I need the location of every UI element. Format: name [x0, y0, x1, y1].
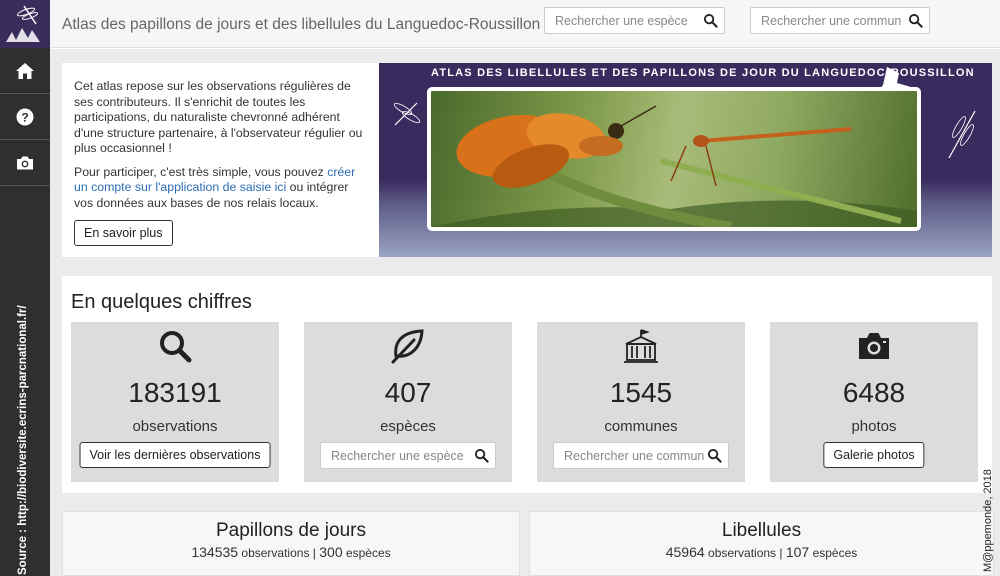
stat-card-species: 407 espèces [304, 322, 512, 482]
group-card-butterflies[interactable]: Papillons de jours 134535 observations |… [62, 511, 520, 576]
species-card-search[interactable] [320, 442, 496, 469]
photos-label: photos [851, 418, 897, 435]
butterfly-dragonfly-photo [431, 105, 917, 227]
intro-panel: Cet atlas repose sur les observations ré… [62, 63, 992, 257]
search-icon[interactable] [703, 13, 718, 28]
search-icon [160, 331, 192, 363]
species-count: 407 [384, 377, 432, 408]
group-summary: 45964 observations | 107 espèces [665, 544, 858, 560]
group-observations-count: 134535 [191, 544, 239, 560]
group-species-count: 107 [785, 544, 810, 560]
commune-card-search-input[interactable] [554, 443, 704, 468]
credit-text: M@ppemonde, 2018 [982, 469, 994, 572]
sidebar-home-button[interactable] [0, 48, 50, 94]
group-observations-count: 45964 [665, 544, 705, 560]
svg-text:?: ? [21, 110, 28, 124]
group-species-label: espèces [345, 546, 391, 560]
group-observations-label: observations [241, 546, 310, 560]
leaf-icon [391, 329, 424, 364]
group-card-dragonflies[interactable]: Libellules 45964 observations | 107 espè… [529, 511, 994, 576]
site-title[interactable]: Atlas des papillons de jours et des libe… [62, 16, 540, 34]
intro-paragraph-1: Cet atlas repose sur les observations ré… [74, 79, 363, 155]
top-header: Atlas des papillons de jours et des libe… [50, 0, 1000, 48]
camera-icon [17, 156, 33, 169]
commune-card-search[interactable] [553, 442, 729, 469]
camera-icon [859, 333, 889, 359]
dragonfly-logo-icon [6, 5, 40, 42]
stat-card-communes: 1545 communes [537, 322, 745, 482]
photos-count: 6488 [842, 377, 906, 408]
stats-title: En quelques chiffres [71, 291, 252, 313]
group-title: Papillons de jours [216, 520, 366, 541]
photo-gallery-button[interactable]: Galerie photos [823, 442, 925, 468]
main-content: Cet atlas repose sur les observations ré… [50, 49, 1000, 576]
town-hall-icon [624, 329, 658, 363]
learn-more-button[interactable]: En savoir plus [74, 220, 173, 246]
intro-text: Cet atlas repose sur les observations ré… [74, 79, 364, 219]
sidebar: ? Source : http://biodiversite.ecrins-pa… [0, 0, 50, 576]
sidebar-help-button[interactable]: ? [0, 94, 50, 140]
help-icon: ? [16, 108, 34, 125]
group-observations-label: observations [708, 546, 777, 560]
observations-label: observations [132, 418, 218, 435]
header-commune-search[interactable] [750, 7, 930, 34]
sidebar-photos-button[interactable] [0, 140, 50, 186]
group-summary: 134535 observations | 300 espèces [191, 544, 391, 560]
species-label: espèces [380, 418, 436, 435]
header-species-search[interactable] [544, 7, 725, 34]
commune-search-input[interactable] [751, 8, 901, 33]
group-title: Libellules [721, 520, 802, 541]
intro-text-before-link: Pour participer, c'est très simple, vous… [74, 164, 328, 179]
home-icon [16, 62, 34, 79]
group-species-label: espèces [812, 546, 858, 560]
intro-paragraph-2: Pour participer, c'est très simple, vous… [74, 165, 364, 212]
group-species-count: 300 [319, 544, 343, 560]
latest-observations-button[interactable]: Voir les dernières observations [79, 442, 271, 468]
banner-photo [427, 87, 921, 231]
observations-count: 183191 [128, 377, 222, 408]
site-logo[interactable] [0, 0, 50, 48]
stat-card-observations: 183191 observations Voir les dernières o… [71, 322, 279, 482]
communes-count: 1545 [609, 377, 673, 408]
search-icon[interactable] [707, 448, 722, 463]
stat-card-photos: 6488 photos Galerie photos [770, 322, 978, 482]
dragonfly-decoration-icon [948, 110, 976, 159]
stats-panel: En quelques chiffres 183191 observations… [62, 276, 992, 493]
banner: ATLAS DES LIBELLULES ET DES PAPILLONS DE… [379, 63, 992, 257]
species-search-input[interactable] [545, 8, 695, 33]
dragonfly-decoration-icon [393, 102, 421, 126]
species-card-search-input[interactable] [321, 443, 471, 468]
source-text: Source : http://biodiversite.ecrins-parc… [17, 305, 29, 575]
communes-label: communes [604, 418, 678, 435]
search-icon[interactable] [474, 448, 489, 463]
search-icon[interactable] [908, 13, 923, 28]
